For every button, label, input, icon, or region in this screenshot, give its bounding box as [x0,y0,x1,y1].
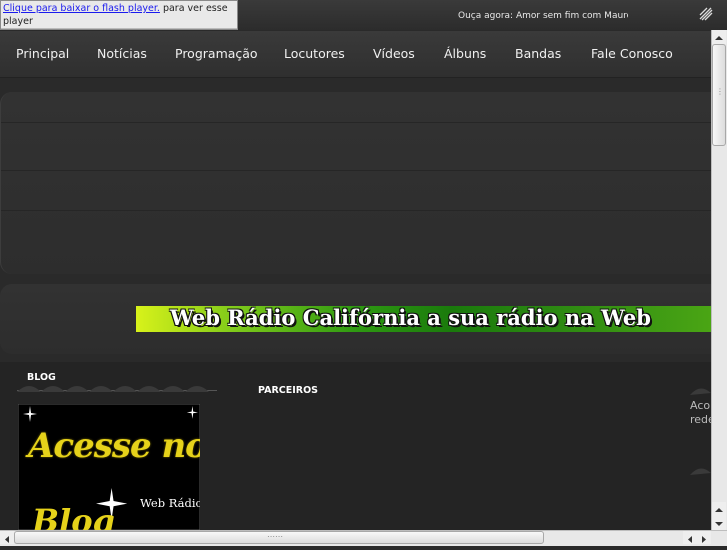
blog-section-title: BLOG [27,372,56,383]
grip-icon: ⋮⋮ [716,87,727,96]
now-playing-ticker: Ouça agora: Amor sem fim com Mauro [458,11,628,21]
vertical-scroll-thumb[interactable]: ⋮⋮ [712,44,727,146]
flash-notice-suffix: para ver esse [159,3,228,14]
featured-slider [0,92,712,274]
arrow-left-icon[interactable] [0,531,14,544]
flash-notice-line1: Clique para baixar o flash player. para … [3,3,228,14]
arrow-up-icon[interactable] [712,30,726,44]
side-header-decoration [690,388,711,395]
side-header-decoration [690,468,711,475]
nav-item-albuns[interactable]: Álbuns [444,46,486,61]
side-widget-text: Aco rede [690,399,711,427]
nav-item-videos[interactable]: Vídeos [373,46,415,61]
nav-item-locutores[interactable]: Locutores [284,46,345,61]
nav-item-programacao[interactable]: Programação [175,46,258,61]
arrow-right-icon[interactable] [697,531,711,544]
slider-divider [1,170,712,171]
nav-item-noticias[interactable]: Notícias [97,46,147,61]
blog-image-subtitle: Web Rádio [140,496,200,510]
flash-notice-line2: player [3,16,33,27]
marquee-banner: Web Rádio Califórnia a sua rádio na Web [136,306,711,332]
blog-banner-image[interactable]: Acesse nosso Web Rádio Blog [18,404,200,530]
side-text-line1: Aco [690,399,711,412]
flash-notice-divider [1,28,237,29]
nav-item-bandas[interactable]: Bandas [515,46,561,61]
grip-icon: ⋯⋯ [267,532,283,541]
blog-image-word: Blog [32,502,115,530]
slider-divider [1,122,712,123]
flash-player-notice: Clique para baixar o flash player. para … [0,0,238,30]
partners-section-title: PARCEIROS [258,385,318,396]
slider-divider [1,210,712,211]
marquee-text: Web Rádio Califórnia a sua rádio na Web [170,306,651,330]
top-bar: Clique para baixar o flash player. para … [0,0,727,30]
arrow-up-icon[interactable] [712,502,726,516]
side-text-line2: rede [690,413,711,426]
nav-item-fale-conosco[interactable]: Fale Conosco [591,46,673,61]
nav-item-principal[interactable]: Principal [16,46,69,61]
arrow-left-icon[interactable] [683,531,697,544]
station-logo-icon[interactable] [698,6,714,22]
main-nav: Principal Notícias Programação Locutores… [0,31,711,78]
horizontal-scroll-thumb[interactable]: ⋯⋯ [14,531,544,544]
arrow-down-icon[interactable] [712,516,726,530]
blog-image-headline: Acesse nosso [28,426,200,466]
flash-download-link[interactable]: Clique para baixar o flash player. [3,3,160,14]
